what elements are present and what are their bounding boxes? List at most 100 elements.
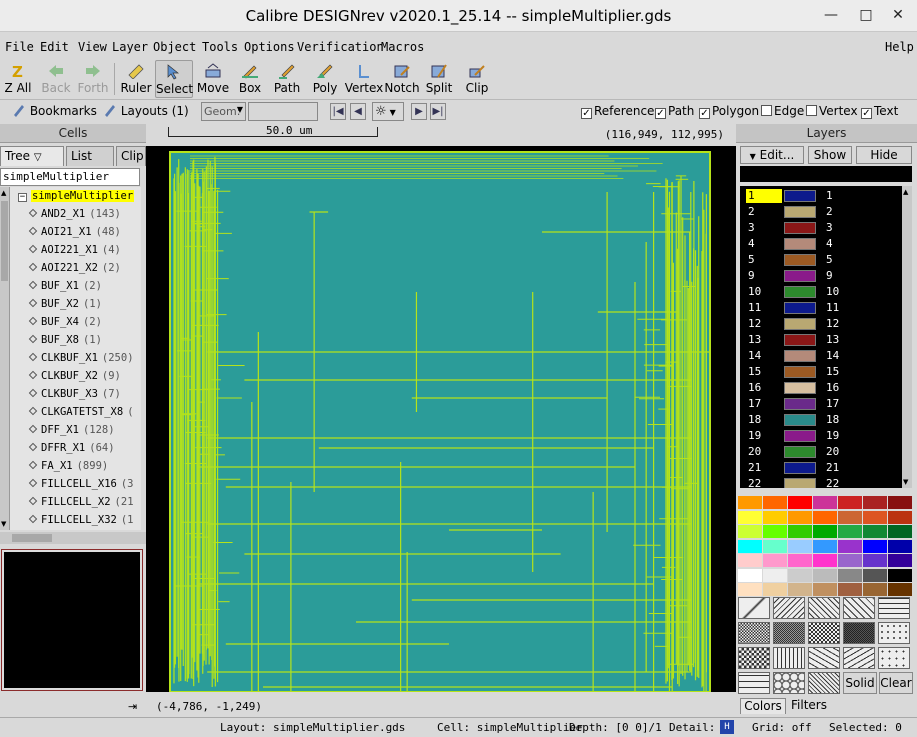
palette-swatch[interactable] bbox=[763, 496, 787, 509]
layer-row[interactable]: 16 16 bbox=[740, 380, 902, 396]
palette-swatch[interactable] bbox=[788, 554, 812, 567]
fill-pattern-swatch[interactable] bbox=[738, 647, 770, 669]
scroll-up-icon[interactable]: ▲ bbox=[903, 188, 908, 196]
layer-row[interactable]: 13 13 bbox=[740, 332, 902, 348]
palette-swatch[interactable] bbox=[813, 539, 837, 553]
palette-swatch[interactable] bbox=[813, 554, 837, 567]
maximize-button[interactable]: □ bbox=[857, 6, 875, 24]
zoom-all-button[interactable]: Z Z All bbox=[2, 60, 34, 98]
tree-cell-item[interactable]: CLKGATETST_X8( bbox=[28, 403, 134, 421]
layers-scrollbar[interactable]: ▲ ▼ bbox=[902, 186, 912, 488]
layer-row[interactable]: 99 bbox=[740, 268, 902, 284]
palette-swatch[interactable] bbox=[863, 568, 887, 582]
dock-toggle-icon[interactable]: ⇥ bbox=[128, 700, 137, 713]
fill-pattern-swatch[interactable] bbox=[808, 672, 840, 694]
clear-button[interactable]: Clear bbox=[879, 672, 913, 694]
box-button[interactable]: Box bbox=[234, 60, 266, 98]
palette-swatch[interactable] bbox=[838, 583, 862, 596]
scroll-down-icon[interactable]: ▼ bbox=[903, 478, 908, 486]
tree-cell-item[interactable]: BUF_X4 (2) bbox=[28, 313, 102, 331]
edge-checkbox[interactable]: Edge bbox=[761, 104, 804, 118]
layer-row[interactable]: 22 bbox=[740, 204, 902, 220]
tree-cell-item[interactable]: CLKBUF_X1 (250) bbox=[28, 349, 134, 367]
tree-cell-item[interactable]: FILLCELL_X32 (1 bbox=[28, 511, 134, 529]
layer-row[interactable]: 12 12 bbox=[740, 316, 902, 332]
tree-cell-item[interactable]: AOI21_X1 (48) bbox=[28, 223, 121, 241]
menu-tools[interactable]: Tools bbox=[202, 40, 238, 54]
tree-cell-item[interactable]: DFF_X1 (128) bbox=[28, 421, 115, 439]
fill-pattern-swatch[interactable] bbox=[808, 622, 840, 644]
palette-swatch[interactable] bbox=[738, 539, 762, 553]
layer-filter-input[interactable] bbox=[740, 166, 912, 182]
palette-swatch[interactable] bbox=[863, 539, 887, 553]
palette-swatch[interactable] bbox=[763, 539, 787, 553]
palette-swatch[interactable] bbox=[888, 525, 912, 538]
next-page-icon[interactable]: ▶ bbox=[411, 103, 427, 120]
minimize-button[interactable]: — bbox=[822, 6, 840, 24]
tree-cell-item[interactable]: AOI221_X2 (2) bbox=[28, 259, 121, 277]
layer-row[interactable]: 11 11 bbox=[740, 300, 902, 316]
layer-hide-button[interactable]: Hide bbox=[856, 146, 912, 164]
fill-pattern-swatch[interactable] bbox=[738, 672, 770, 694]
palette-swatch[interactable] bbox=[788, 496, 812, 509]
tab-clip[interactable]: Clip bbox=[116, 146, 146, 166]
poly-button[interactable]: Poly bbox=[308, 60, 342, 98]
tree-cell-item[interactable]: CLKBUF_X2 (9) bbox=[28, 367, 121, 385]
menu-macros[interactable]: Macros bbox=[381, 40, 424, 54]
palette-swatch[interactable] bbox=[813, 525, 837, 538]
polygon-checkbox[interactable]: ✓ Polygon bbox=[699, 104, 759, 119]
palette-swatch[interactable] bbox=[838, 525, 862, 538]
fill-pattern-swatch[interactable] bbox=[738, 597, 770, 619]
palette-swatch[interactable] bbox=[888, 510, 912, 524]
tree-cell-item[interactable]: BUF_X8 (1) bbox=[28, 331, 102, 349]
text-checkbox[interactable]: ✓ Text bbox=[861, 104, 898, 119]
fill-pattern-swatch[interactable] bbox=[773, 672, 805, 694]
palette-swatch[interactable] bbox=[738, 583, 762, 596]
fill-pattern-swatch[interactable] bbox=[773, 647, 805, 669]
cells-vertical-scrollbar[interactable]: ▲ ▼ bbox=[0, 187, 10, 530]
fill-pattern-swatch[interactable] bbox=[878, 597, 910, 619]
palette-swatch[interactable] bbox=[863, 554, 887, 567]
layout-canvas[interactable] bbox=[146, 146, 736, 693]
tree-cell-item[interactable]: BUF_X2 (1) bbox=[28, 295, 102, 313]
back-button[interactable]: Back bbox=[40, 60, 72, 98]
tab-colors[interactable]: Colors bbox=[740, 698, 786, 714]
fill-pattern-swatch[interactable] bbox=[878, 622, 910, 644]
vertex-button[interactable]: Vertex bbox=[344, 60, 384, 98]
palette-swatch[interactable] bbox=[838, 496, 862, 509]
palette-swatch[interactable] bbox=[838, 510, 862, 524]
palette-swatch[interactable] bbox=[888, 583, 912, 596]
layer-row[interactable]: 11 bbox=[740, 188, 902, 204]
vertex-checkbox[interactable]: Vertex bbox=[806, 104, 858, 118]
fill-pattern-swatch[interactable] bbox=[843, 597, 875, 619]
layouts-button[interactable]: Layouts (1) bbox=[103, 103, 189, 118]
overview-preview[interactable] bbox=[1, 549, 143, 691]
menu-layer[interactable]: Layer bbox=[112, 40, 148, 54]
path-checkbox[interactable]: ✓ Path bbox=[655, 104, 694, 119]
tree-cell-item[interactable]: BUF_X1 (2) bbox=[28, 277, 102, 295]
fill-pattern-swatch[interactable] bbox=[808, 647, 840, 669]
palette-swatch[interactable] bbox=[813, 583, 837, 596]
layer-row[interactable]: 17 17 bbox=[740, 396, 902, 412]
palette-swatch[interactable] bbox=[888, 568, 912, 582]
palette-swatch[interactable] bbox=[738, 510, 762, 524]
last-page-icon[interactable]: ▶| bbox=[430, 103, 446, 120]
path-button[interactable]: Path bbox=[270, 60, 304, 98]
palette-swatch[interactable] bbox=[863, 496, 887, 509]
layer-row[interactable]: 33 bbox=[740, 220, 902, 236]
tab-tree[interactable]: Tree ▽ bbox=[0, 146, 64, 166]
first-page-icon[interactable]: |◀ bbox=[330, 103, 346, 120]
palette-swatch[interactable] bbox=[763, 510, 787, 524]
menu-object[interactable]: Object bbox=[153, 40, 196, 54]
menu-verification[interactable]: Verification bbox=[297, 40, 384, 54]
solid-button[interactable]: Solid bbox=[843, 672, 877, 694]
notch-button[interactable]: Notch bbox=[384, 60, 420, 98]
layer-row[interactable]: 20 20 bbox=[740, 444, 902, 460]
select-button[interactable]: Select bbox=[155, 60, 193, 98]
cell-search-input[interactable]: simpleMultiplier bbox=[0, 168, 140, 186]
fill-pattern-swatch[interactable] bbox=[773, 597, 805, 619]
layer-row[interactable]: 55 bbox=[740, 252, 902, 268]
tree-cell-item[interactable]: CLKBUF_X3 (7) bbox=[28, 385, 121, 403]
tab-filters[interactable]: Filters bbox=[786, 698, 832, 714]
layer-row[interactable]: 22 22 bbox=[740, 476, 902, 488]
